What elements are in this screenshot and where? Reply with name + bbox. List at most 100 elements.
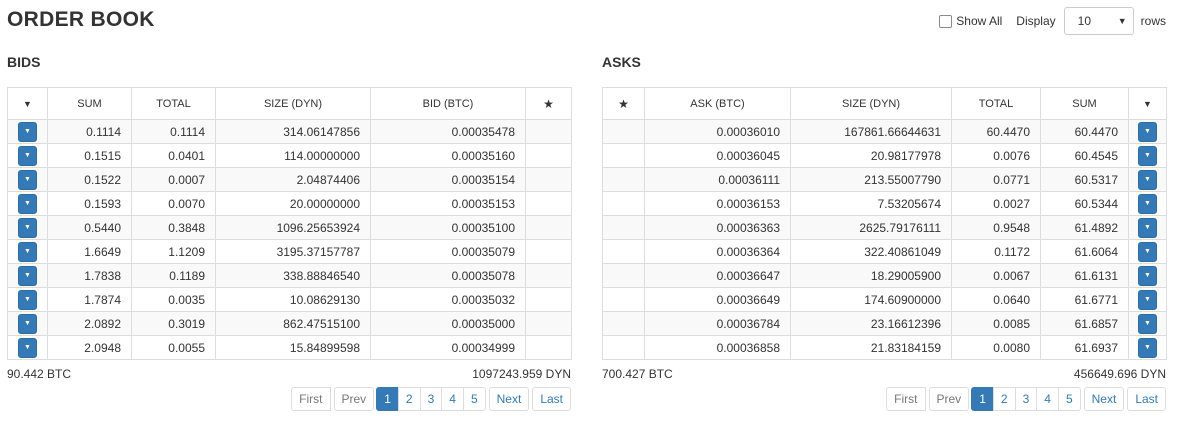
column-header-bid[interactable]: BID (BTC) — [370, 87, 526, 120]
page-button-3[interactable]: 3 — [419, 387, 443, 411]
favorite-cell[interactable] — [525, 335, 572, 360]
favorite-cell[interactable] — [525, 215, 572, 240]
favorite-cell[interactable] — [602, 335, 645, 360]
show-all-label[interactable]: Show All — [956, 14, 1002, 28]
bid-total: 0.0070 — [131, 191, 216, 216]
row-action-button[interactable]: ▼ — [1138, 265, 1157, 286]
ask-size: 167861.66644631 — [790, 119, 952, 144]
row-action-button[interactable]: ▼ — [18, 121, 37, 142]
page-button-2[interactable]: 2 — [397, 387, 421, 411]
page-button-5[interactable]: 5 — [1057, 387, 1081, 411]
page-button-3[interactable]: 3 — [1014, 387, 1038, 411]
favorite-cell[interactable] — [525, 263, 572, 288]
bid-sum: 1.7838 — [47, 263, 132, 288]
page-button-5[interactable]: 5 — [462, 387, 486, 411]
sort-column-header[interactable]: ▼ — [7, 87, 48, 120]
last-page-button[interactable]: Last — [1127, 387, 1166, 411]
column-header-size[interactable]: SIZE (DYN) — [790, 87, 952, 120]
column-header-size[interactable]: SIZE (DYN) — [215, 87, 371, 120]
row-action-button[interactable]: ▼ — [1138, 217, 1157, 238]
bid-size: 10.08629130 — [215, 287, 371, 312]
row-action-button[interactable]: ▼ — [1138, 241, 1157, 262]
favorite-cell[interactable] — [525, 119, 572, 144]
favorite-column-header[interactable]: ★ — [525, 87, 572, 120]
asks-table: ★ ASK (BTC) SIZE (DYN) TOTAL SUM ▼ 0.000… — [602, 87, 1167, 360]
column-header-sum[interactable]: SUM — [1040, 87, 1129, 120]
next-page-button[interactable]: Next — [1083, 387, 1125, 411]
favorite-cell[interactable] — [602, 143, 645, 168]
favorite-cell[interactable] — [602, 263, 645, 288]
row-action-button[interactable]: ▼ — [18, 217, 37, 238]
row-action-button[interactable]: ▼ — [18, 193, 37, 214]
row-action-button[interactable]: ▼ — [18, 169, 37, 190]
favorite-cell[interactable] — [602, 287, 645, 312]
row-action-button[interactable]: ▼ — [1138, 193, 1157, 214]
favorite-cell[interactable] — [525, 239, 572, 264]
ask-sum: 61.6857 — [1040, 311, 1129, 336]
prev-page-button[interactable]: Prev — [333, 387, 375, 411]
page-button-2[interactable]: 2 — [992, 387, 1016, 411]
bid-price: 0.00035032 — [370, 287, 526, 312]
row-action-button[interactable]: ▼ — [18, 313, 37, 334]
page-button-1[interactable]: 1 — [971, 387, 994, 411]
row-action-button[interactable]: ▼ — [1138, 169, 1157, 190]
asks-total-btc: 700.427 BTC — [602, 367, 673, 381]
first-page-button[interactable]: First — [291, 387, 331, 411]
favorite-cell[interactable] — [602, 167, 645, 192]
rows-per-page-select[interactable]: 10 ▼ — [1063, 7, 1134, 35]
caret-down-icon: ▼ — [23, 98, 32, 109]
column-header-total[interactable]: TOTAL — [131, 87, 216, 120]
page-button-4[interactable]: 4 — [1036, 387, 1059, 411]
favorite-cell[interactable] — [602, 119, 645, 144]
bid-total: 0.1114 — [131, 119, 216, 144]
row-action-button[interactable]: ▼ — [18, 265, 37, 286]
row-action-button[interactable]: ▼ — [1138, 289, 1157, 310]
favorite-cell[interactable] — [602, 239, 645, 264]
bid-size: 15.84899598 — [215, 335, 371, 360]
favorite-cell[interactable] — [525, 287, 572, 312]
ask-total: 0.0027 — [951, 191, 1041, 216]
column-header-ask[interactable]: ASK (BTC) — [644, 87, 791, 120]
sort-column-header[interactable]: ▼ — [1128, 87, 1167, 120]
row-action-button[interactable]: ▼ — [1138, 121, 1157, 142]
row-action-button[interactable]: ▼ — [18, 241, 37, 262]
column-header-sum[interactable]: SUM — [47, 87, 132, 120]
row-action-button[interactable]: ▼ — [1138, 337, 1157, 358]
bids-pagination: First Prev 1 2 3 4 5 Next Last — [291, 387, 571, 411]
ask-price: 0.00036858 — [644, 335, 791, 360]
ask-size: 20.98177978 — [790, 143, 952, 168]
page-title: ORDER BOOK — [7, 8, 155, 31]
row-action-button[interactable]: ▼ — [18, 289, 37, 310]
ask-total: 0.0080 — [951, 335, 1041, 360]
bid-price: 0.00035478 — [370, 119, 526, 144]
favorite-cell[interactable] — [525, 191, 572, 216]
ask-total: 0.0076 — [951, 143, 1041, 168]
first-page-button[interactable]: First — [886, 387, 926, 411]
column-header-total[interactable]: TOTAL — [951, 87, 1041, 120]
favorite-cell[interactable] — [525, 311, 572, 336]
display-controls: Show All Display 10 ▼ rows — [939, 7, 1166, 35]
ask-size: 213.55007790 — [790, 167, 952, 192]
last-page-button[interactable]: Last — [532, 387, 571, 411]
row-action-button[interactable]: ▼ — [18, 337, 37, 358]
row-action-button[interactable]: ▼ — [18, 145, 37, 166]
next-page-button[interactable]: Next — [488, 387, 530, 411]
prev-page-button[interactable]: Prev — [928, 387, 970, 411]
table-row: ▼ 1.6649 1.1209 3195.37157787 0.00035079 — [7, 239, 572, 264]
page-button-1[interactable]: 1 — [376, 387, 399, 411]
favorite-cell[interactable] — [602, 311, 645, 336]
row-action-button[interactable]: ▼ — [1138, 313, 1157, 334]
favorite-cell[interactable] — [602, 191, 645, 216]
ask-price: 0.00036045 — [644, 143, 791, 168]
page-button-4[interactable]: 4 — [441, 387, 464, 411]
ask-price: 0.00036364 — [644, 239, 791, 264]
ask-size: 322.40861049 — [790, 239, 952, 264]
table-row: 0.00036045 20.98177978 0.0076 60.4545 ▼ — [602, 143, 1167, 168]
caret-down-icon: ▼ — [1143, 98, 1152, 109]
favorite-cell[interactable] — [525, 167, 572, 192]
row-action-button[interactable]: ▼ — [1138, 145, 1157, 166]
favorite-cell[interactable] — [602, 215, 645, 240]
favorite-cell[interactable] — [525, 143, 572, 168]
favorite-column-header[interactable]: ★ — [602, 87, 645, 120]
show-all-checkbox[interactable] — [939, 14, 953, 28]
